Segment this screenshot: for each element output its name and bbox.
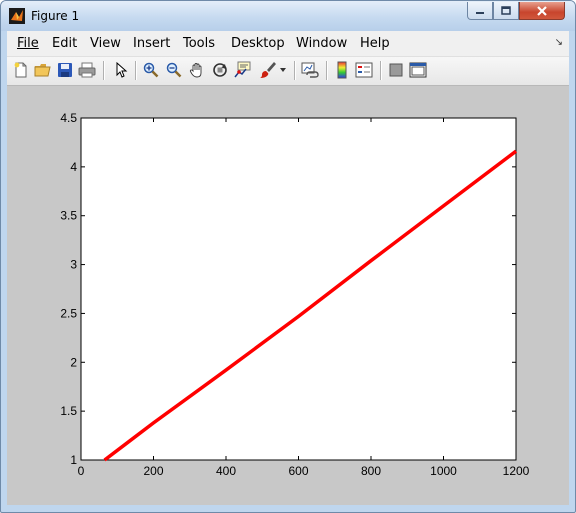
print-icon[interactable] [77,60,97,80]
axes-background [80,117,517,461]
x-tick-label: 200 [143,464,163,478]
menu-edit[interactable]: Edit [52,36,77,51]
y-tick-label: 3 [70,258,77,272]
x-tick-label: 600 [288,464,308,478]
y-tick-label: 4 [70,160,77,174]
toolbar-separator [326,61,328,80]
menu-edit-label: Edit [52,36,78,51]
rotate-3d-icon[interactable] [210,60,230,80]
window-title: Figure 1 [31,9,80,23]
toolbar-separator [380,61,382,80]
close-icon [537,5,547,16]
x-tick-label: 0 [78,464,85,478]
toolbar-separator [294,61,296,80]
line-plot[interactable]: 0 200 400 600 800 1000 1200 1 1.5 2 2.5 3 3.5 4 4.5 [7,86,569,505]
brush-icon[interactable] [258,60,278,80]
matlab-logo-icon [9,8,25,24]
menu-window[interactable]: Window [296,36,347,51]
y-tick-label: 1 [70,453,77,467]
link-plot-icon[interactable] [300,60,320,80]
y-tick-label: 1.5 [60,404,77,418]
y-tick-label: 4.5 [60,111,77,125]
menu-insert[interactable]: Insert [133,36,170,51]
menu-view[interactable]: View [90,36,121,51]
minimize-button[interactable] [467,2,493,20]
hide-plot-tools-icon[interactable] [386,60,406,80]
brush-dropdown-icon[interactable] [278,60,288,80]
data-cursor-icon[interactable] [233,60,253,80]
figure-window: Figure 1 File Edit View Insert Tools Des… [0,0,576,513]
open-file-icon[interactable] [33,60,53,80]
maximize-button[interactable] [493,2,519,20]
x-tick-label: 1200 [503,464,530,478]
menu-desktop-label: Desktop [231,36,285,51]
menu-dock-arrow-icon[interactable]: ↘ [555,37,563,48]
menu-help[interactable]: Help [360,36,390,51]
x-tick-label: 800 [361,464,381,478]
new-figure-icon[interactable] [11,60,31,80]
menu-window-label: Window [296,36,348,51]
menu-view-label: View [90,36,121,51]
minimize-icon [476,11,484,14]
y-tick-label: 2.5 [60,306,77,320]
x-tick-label: 400 [216,464,236,478]
menu-tools-label: Tools [183,36,216,51]
x-tick-label: 1000 [430,464,457,478]
menu-file[interactable]: File [17,36,39,51]
menu-insert-label: Insert [133,36,171,51]
zoom-in-icon[interactable] [141,60,161,80]
show-plot-tools-icon[interactable] [408,60,428,80]
menu-desktop[interactable]: Desktop [231,36,285,51]
menu-help-label: Help [360,36,390,51]
legend-icon[interactable] [354,60,374,80]
close-button[interactable] [519,2,565,20]
menu-tools[interactable]: Tools [183,36,215,51]
menu-file-label: File [17,36,39,51]
toolbar-separator [103,61,105,80]
title-bar[interactable]: Figure 1 [1,1,575,31]
zoom-out-icon[interactable] [164,60,184,80]
figure-toolbar [7,57,569,86]
y-tick-label: 3.5 [60,209,77,223]
menu-bar: File Edit View Insert Tools Desktop Wind… [7,31,569,57]
pan-hand-icon[interactable] [187,60,207,80]
save-icon[interactable] [55,60,75,80]
colorbar-icon[interactable] [332,60,352,80]
y-tick-label: 2 [70,355,77,369]
toolbar-separator [135,61,137,80]
maximize-icon [501,6,511,15]
figure-canvas[interactable]: 0 200 400 600 800 1000 1200 1 1.5 2 2.5 3 3.5 4 4.5 [7,86,569,505]
edit-plot-pointer-icon[interactable] [111,60,131,80]
